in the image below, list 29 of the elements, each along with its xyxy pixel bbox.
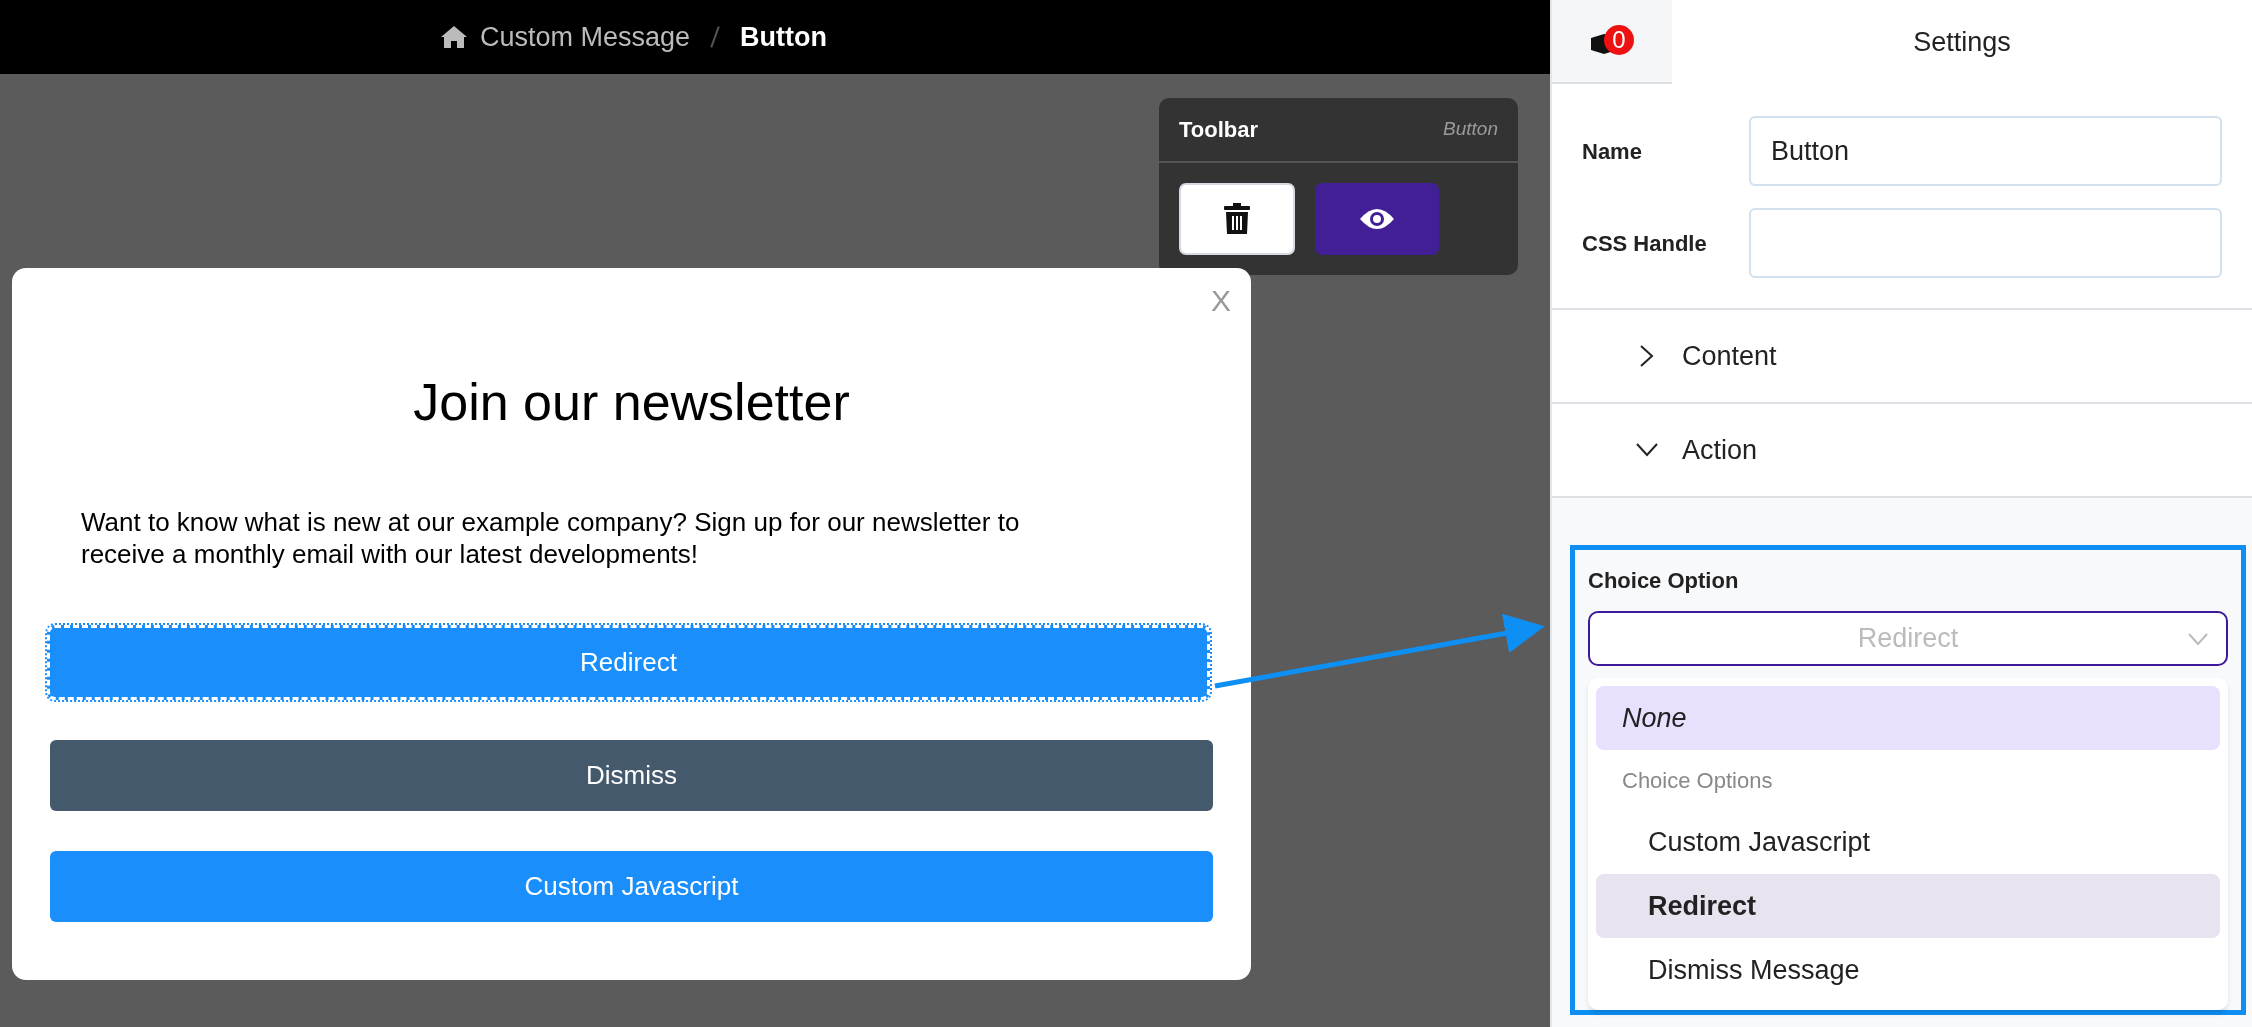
section-header[interactable]: Content xyxy=(1552,310,2252,404)
delete-button[interactable] xyxy=(1179,183,1295,255)
dropdown-option[interactable]: Custom Javascript xyxy=(1596,810,2220,874)
panel-title: Settings xyxy=(1913,25,2011,59)
dropdown-option[interactable]: Redirect xyxy=(1596,874,2220,938)
preview-button[interactable] xyxy=(1315,183,1439,255)
chevron-down-icon xyxy=(2188,632,2208,645)
field-label: Name xyxy=(1582,137,1643,166)
toolbar-title: Toolbar xyxy=(1179,116,1259,144)
field-label: CSS Handle xyxy=(1582,229,1708,258)
group-label: Choice Options xyxy=(1621,766,1774,795)
breadcrumb-link[interactable]: Custom Message xyxy=(480,16,691,58)
popup-button[interactable]: Dismiss xyxy=(50,740,1213,811)
popup-title: Join our newsletter xyxy=(412,372,851,433)
chevron-down-icon xyxy=(1636,443,1658,457)
home-icon[interactable] xyxy=(440,25,468,49)
field-label: Choice Option xyxy=(1588,567,1740,595)
chevron-right-icon xyxy=(1640,345,1654,367)
toolbar-subtitle: Button xyxy=(1443,117,1498,142)
input-field[interactable]: Button xyxy=(1749,116,2222,186)
input-field[interactable] xyxy=(1749,208,2222,278)
dropdown-option[interactable]: None xyxy=(1596,686,2220,750)
eye-icon xyxy=(1359,207,1395,231)
trash-icon xyxy=(1223,203,1251,235)
popup-text: Want to know what is new at our example company? Sign up for our newsletter to receive a monthly email with our latest developments! xyxy=(80,506,1021,570)
components-tab[interactable]: 0 xyxy=(1552,0,1672,84)
count-badge: 0 xyxy=(1604,25,1634,55)
dropdown-option[interactable]: Dismiss Message xyxy=(1596,938,2220,1002)
breadcrumb-current: Button xyxy=(740,20,828,54)
